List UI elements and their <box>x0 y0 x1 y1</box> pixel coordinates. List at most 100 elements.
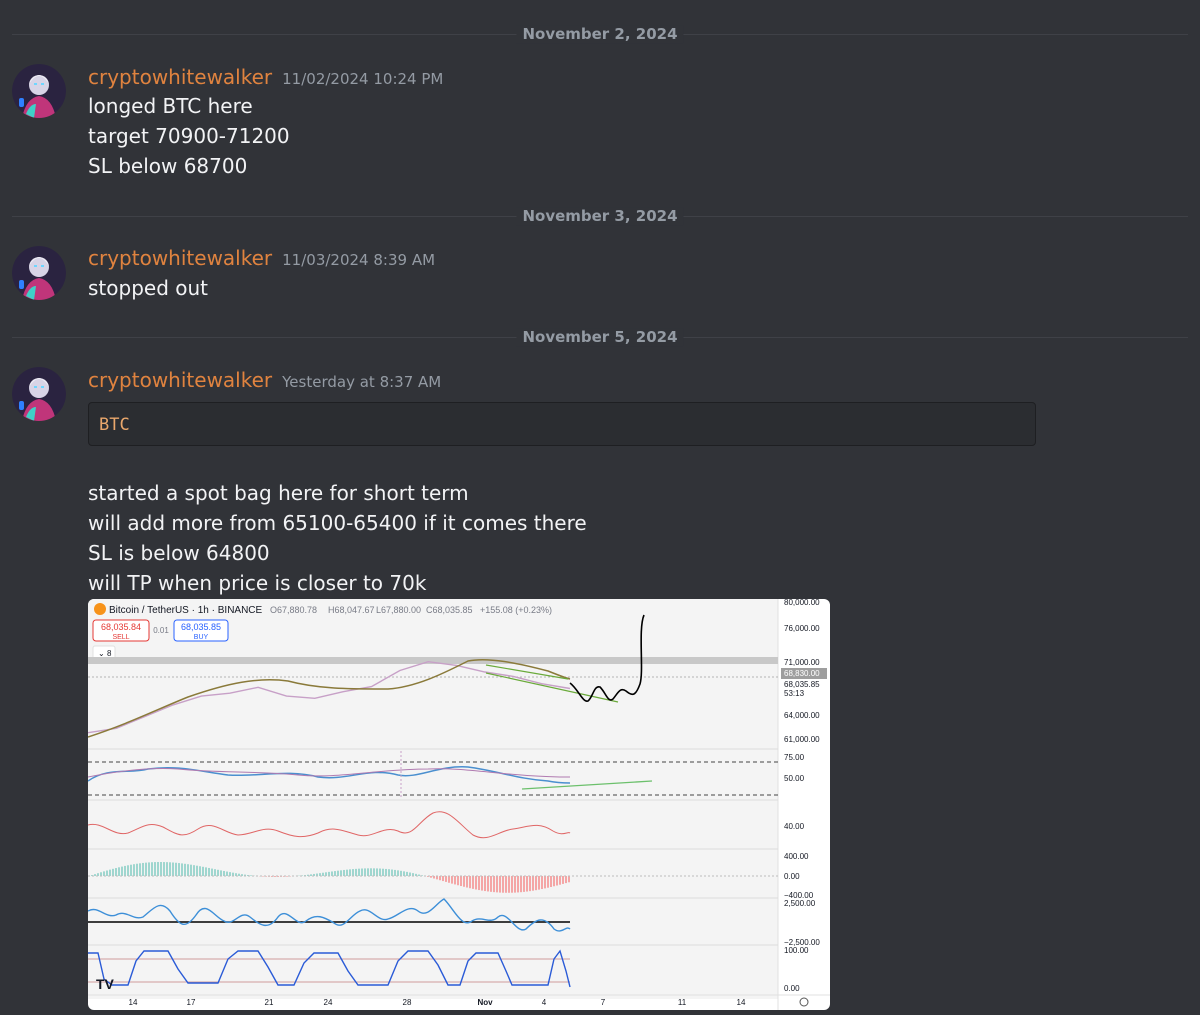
ohlc-low: L67,880.00 <box>376 605 421 615</box>
histogram-bar <box>373 868 375 876</box>
time-tick: 4 <box>542 998 547 1007</box>
histogram-bar <box>331 871 333 876</box>
username[interactable]: cryptowhitewalker <box>88 368 272 392</box>
message-text: target 70900-71200 <box>88 124 290 148</box>
histogram-bar <box>568 876 570 883</box>
pane-tick: 75.00 <box>784 753 805 762</box>
time-tick: 7 <box>601 998 606 1007</box>
timestamp[interactable]: 11/03/2024 8:39 AM <box>282 251 435 269</box>
date-divider: November 2, 2024 <box>12 25 1188 44</box>
histogram-bar <box>124 865 126 876</box>
histogram-bar <box>544 876 546 889</box>
histogram-bar <box>430 876 432 878</box>
avatar[interactable] <box>12 64 66 118</box>
histogram-bar <box>487 876 489 892</box>
histogram-bar <box>436 876 438 880</box>
avatar[interactable] <box>12 367 66 421</box>
histogram-bar <box>175 862 177 876</box>
histogram-bar <box>400 870 402 876</box>
histogram-bar <box>286 876 288 877</box>
histogram-bar <box>484 876 486 892</box>
bitcoin-icon <box>94 603 106 615</box>
histogram-bar <box>163 862 165 876</box>
chart-symbol: Bitcoin / TetherUS · 1h · BINANCE <box>109 605 263 616</box>
message-text: longed BTC here <box>88 94 253 118</box>
histogram-bar <box>310 874 312 876</box>
message-text: stopped out <box>88 276 208 300</box>
histogram-bar <box>352 869 354 876</box>
histogram-bar <box>202 866 204 876</box>
histogram-bar <box>229 872 231 876</box>
avatar-icon <box>12 246 66 300</box>
time-tick: 28 <box>403 998 412 1007</box>
price-tick: 68,830.00 <box>784 669 820 678</box>
histogram-bar <box>346 869 348 876</box>
countdown: 53:13 <box>784 689 805 698</box>
date-divider: November 5, 2024 <box>12 328 1188 347</box>
time-tick: 17 <box>187 998 196 1007</box>
timestamp[interactable]: 11/02/2024 10:24 PM <box>282 70 443 88</box>
histogram-bar <box>505 876 507 893</box>
price-tick: 76,000.00 <box>784 624 820 633</box>
histogram-bar <box>145 862 147 876</box>
buy-label: BUY <box>194 634 209 641</box>
histogram-bar <box>394 869 396 876</box>
avatar[interactable] <box>12 246 66 300</box>
histogram-bar <box>418 874 420 876</box>
histogram-bar <box>478 876 480 891</box>
histogram-bar <box>370 868 372 876</box>
time-tick: 21 <box>265 998 274 1007</box>
pane-tick: 50.00 <box>784 774 805 783</box>
histogram-bar <box>136 863 138 876</box>
time-tick: 14 <box>129 998 138 1007</box>
histogram-bar <box>550 876 552 888</box>
price-tick: 61,000.00 <box>784 735 820 744</box>
ohlc-high: H68,047.67 <box>328 605 375 615</box>
chart-image-attachment[interactable]: Bitcoin / TetherUS · 1h · BINANCE O67,88… <box>88 599 830 1010</box>
message-text: will add more from 65100-65400 if it com… <box>88 511 587 535</box>
histogram-bar <box>166 862 168 876</box>
histogram-bar <box>409 872 411 876</box>
histogram-bar <box>358 868 360 876</box>
histogram-bar <box>511 876 513 893</box>
username[interactable]: cryptowhitewalker <box>88 65 272 89</box>
histogram-bar <box>379 868 381 876</box>
histogram-bar <box>448 876 450 883</box>
histogram-bar <box>469 876 471 889</box>
date-divider-label: November 2, 2024 <box>516 25 684 44</box>
histogram-bar <box>349 869 351 876</box>
settings-icon[interactable] <box>799 997 809 1007</box>
avatar-icon <box>12 64 66 118</box>
histogram-bar <box>334 871 336 876</box>
username[interactable]: cryptowhitewalker <box>88 246 272 270</box>
histogram-bar <box>562 876 564 884</box>
histogram-bar <box>226 871 228 876</box>
histogram-bar <box>340 870 342 876</box>
histogram-bar <box>112 868 114 876</box>
timestamp[interactable]: Yesterday at 8:37 AM <box>282 373 441 391</box>
histogram-bar <box>388 869 390 876</box>
histogram-bar <box>142 862 144 876</box>
histogram-bar <box>208 867 210 876</box>
message-text: SL is below 64800 <box>88 541 270 565</box>
histogram-bar <box>151 862 153 876</box>
histogram-bar <box>187 864 189 876</box>
histogram-bar <box>490 876 492 892</box>
histogram-bar <box>250 875 252 876</box>
message-header: cryptowhitewalker Yesterday at 8:37 AM <box>88 368 441 392</box>
histogram-bar <box>238 873 240 876</box>
message-header: cryptowhitewalker 11/03/2024 8:39 AM <box>88 246 435 270</box>
pane-tick: 400.00 <box>784 852 809 861</box>
histogram-bar <box>343 869 345 876</box>
histogram-bar <box>538 876 540 890</box>
histogram-bar <box>376 868 378 876</box>
histogram-bar <box>442 876 444 882</box>
histogram-bar <box>139 863 141 876</box>
histogram-bar <box>184 863 186 876</box>
pane-tick: 100.00 <box>784 946 809 955</box>
histogram-bar <box>154 862 156 876</box>
message-text: SL below 68700 <box>88 154 248 178</box>
histogram-bar <box>526 876 528 892</box>
histogram-bar <box>460 876 462 887</box>
time-tick: Nov <box>477 998 493 1007</box>
